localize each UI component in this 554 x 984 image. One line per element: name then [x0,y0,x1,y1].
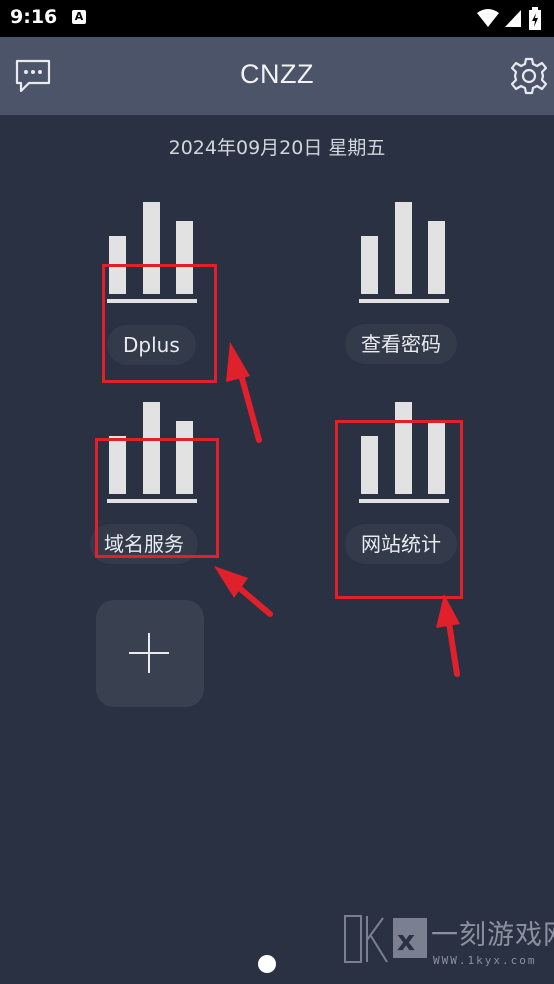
app-title: CNZZ [240,59,314,89]
date-label: 2024年09月20日 星期五 [168,137,386,159]
tile-label: 查看密码 [345,324,457,364]
wifi-icon [477,9,499,27]
gear-icon[interactable] [510,57,548,95]
watermark-logo: x 一刻游戏网 WWW.1kyx.com [343,912,554,970]
status-time: 9:16 [10,6,58,28]
svg-text:WWW.1kyx.com: WWW.1kyx.com [433,954,536,967]
page-indicator [258,955,276,973]
svg-text:一刻游戏网: 一刻游戏网 [431,920,554,951]
annotation-box [335,420,463,599]
signal-icon [505,10,521,27]
status-bar: 9:16 A [0,0,554,37]
battery-icon [529,7,541,30]
bar-chart-icon [359,202,449,303]
tile-view-password[interactable]: 查看密码 [345,196,505,376]
app-bar: CNZZ [0,37,554,115]
plus-icon [129,633,169,673]
annotation-box [102,264,217,383]
annotation-box [95,438,219,558]
add-tile-button[interactable] [96,600,204,707]
notification-icon: A [72,10,86,24]
svg-text:x: x [397,924,415,957]
